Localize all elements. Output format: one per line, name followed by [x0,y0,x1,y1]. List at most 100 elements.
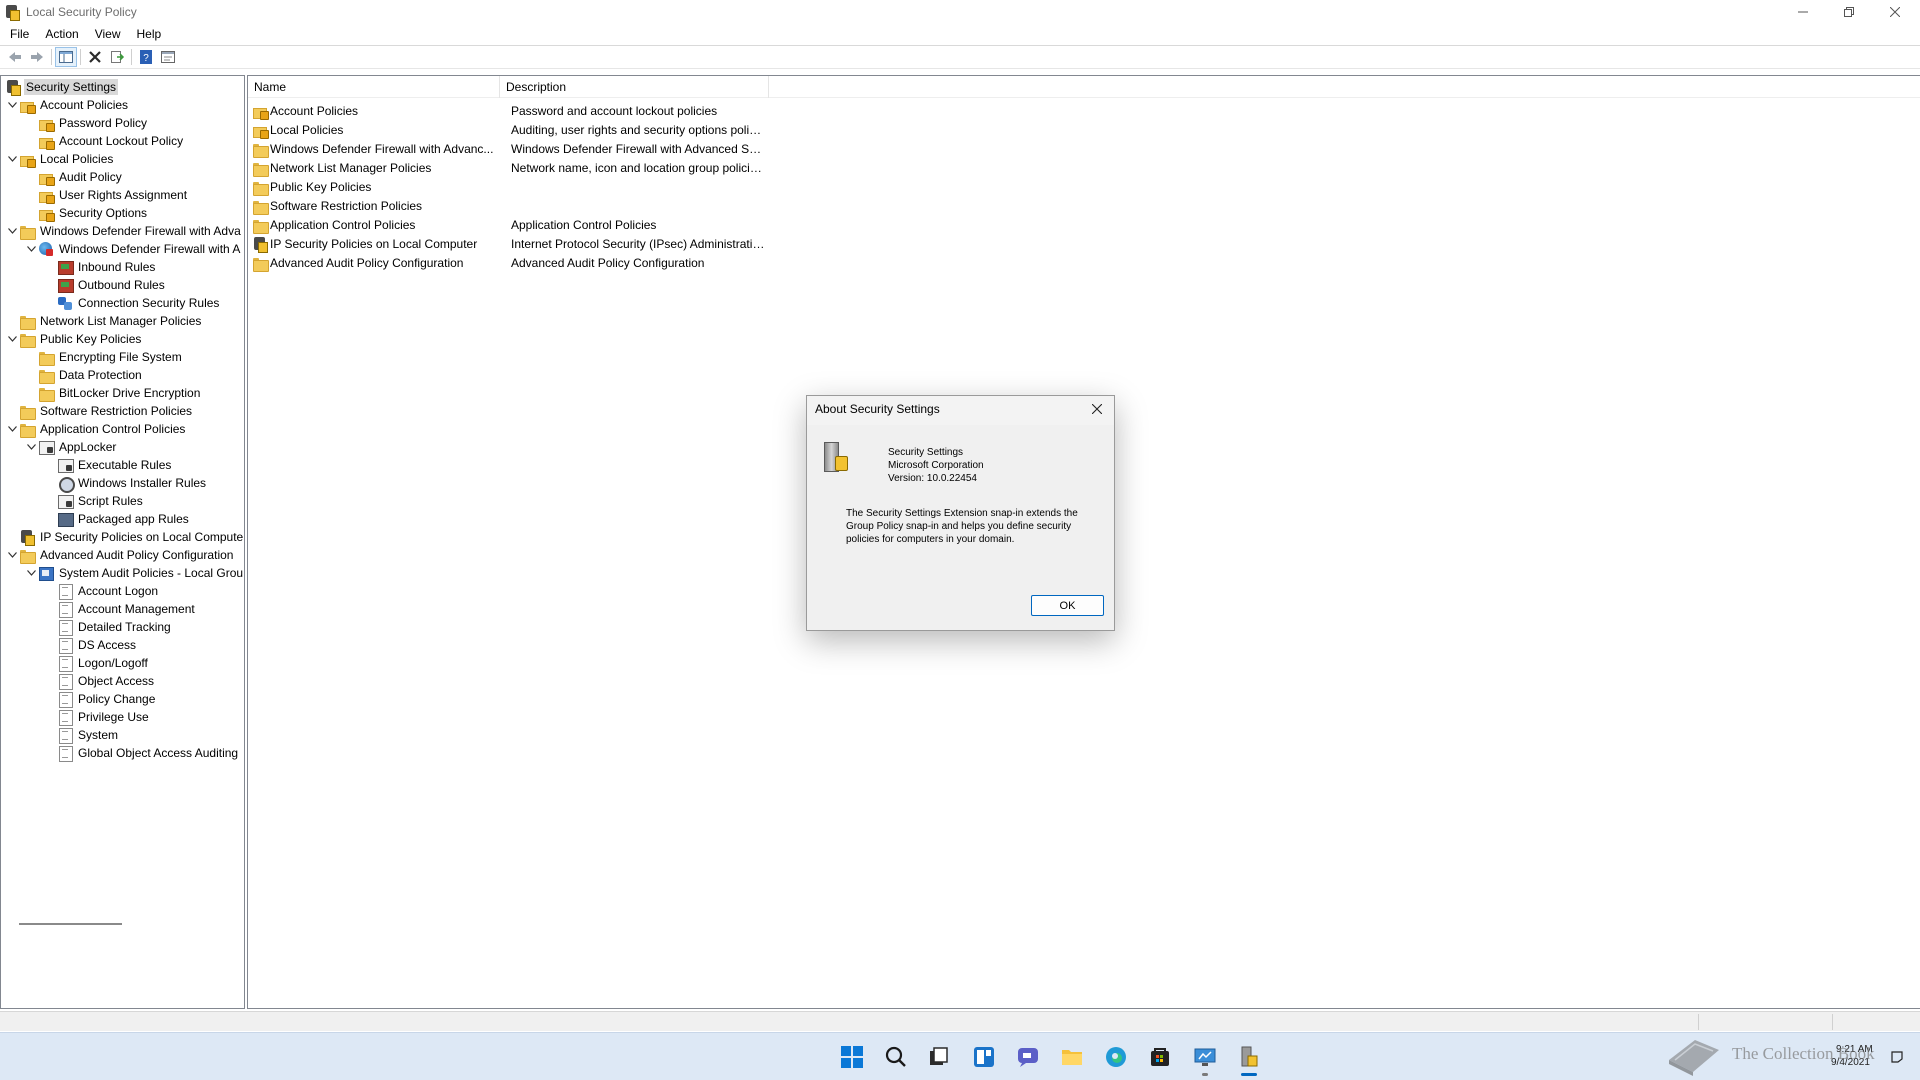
tree-item[interactable]: Windows Installer Rules [43,474,208,493]
task-view-button[interactable] [925,1043,953,1071]
tree-item[interactable]: Windows Defender Firewall with Adva [5,222,243,240]
widgets-button[interactable] [970,1043,998,1071]
tree-item[interactable]: Account Policies [5,96,130,114]
edge-button[interactable] [1102,1043,1130,1071]
chevron-down-icon[interactable] [24,564,38,582]
chevron-down-icon[interactable] [24,240,38,258]
tree-item[interactable]: Local Policies [5,150,115,168]
tree-horizontal-scrollbar[interactable] [19,923,122,925]
tree-item[interactable]: Executable Rules [43,456,173,474]
list-row[interactable]: Software Restriction Policies [252,196,765,215]
chevron-down-icon[interactable] [5,420,19,438]
tree-item[interactable]: AppLocker [24,438,118,456]
list-row[interactable]: Public Key Policies [252,177,765,196]
list-row[interactable]: Windows Defender Firewall with Advanc...… [252,139,765,158]
restore-button[interactable] [1826,0,1872,24]
tree-item[interactable]: User Rights Assignment [24,186,189,204]
column-header-name[interactable]: Name [248,76,500,98]
cell-description: Auditing, user rights and security optio… [511,122,765,137]
tree-item[interactable]: Connection Security Rules [43,294,221,312]
ok-button[interactable]: OK [1031,595,1104,616]
task-view-icon [930,1047,948,1065]
tree-item[interactable]: Global Object Access Auditing [43,744,240,762]
properties-button[interactable] [157,47,179,67]
tree-item[interactable]: Application Control Policies [5,420,187,438]
show-hide-tree-button[interactable] [55,47,77,67]
tree-item[interactable]: Account Lockout Policy [24,132,185,150]
close-button[interactable] [1872,0,1918,24]
search-button[interactable] [882,1043,910,1071]
tree-item[interactable]: Account Management [43,600,197,618]
local-security-policy-button[interactable] [1235,1043,1263,1076]
chevron-down-icon[interactable] [5,222,19,240]
start-button[interactable] [838,1043,866,1071]
tree-item[interactable]: Security Settings [5,78,119,96]
list-row[interactable]: IP Security Policies on Local Computer In… [252,234,765,253]
tree-item[interactable]: Software Restriction Policies [5,402,194,420]
lockfolder-icon [38,205,55,222]
chat-button[interactable] [1014,1043,1042,1071]
store-button[interactable] [1146,1043,1174,1071]
chevron-down-icon[interactable] [24,438,38,456]
chevron-down-icon[interactable] [5,330,19,348]
back-button[interactable] [4,47,26,67]
tree-item[interactable]: Logon/Logoff [43,654,150,672]
list-row[interactable]: Advanced Audit Policy Configuration Advan… [252,253,765,272]
forward-button[interactable] [26,47,48,67]
menu-action[interactable]: Action [37,24,86,44]
tree-item[interactable]: Data Protection [24,366,144,384]
tree-item[interactable]: Encrypting File System [24,348,184,366]
tree-item[interactable]: Public Key Policies [5,330,143,348]
tree-item[interactable]: Network List Manager Policies [5,312,203,330]
tree-item-label: Security Options [59,206,148,220]
menu-view[interactable]: View [87,24,129,44]
tree-item[interactable]: Detailed Tracking [43,618,173,636]
tree-item[interactable]: BitLocker Drive Encryption [24,384,202,402]
tree-item[interactable]: Inbound Rules [43,258,157,276]
menu-file[interactable]: File [0,24,37,44]
tree-item[interactable]: Account Logon [43,582,160,600]
export-list-button[interactable] [106,47,128,67]
chevron-down-icon[interactable] [5,96,19,114]
tree-item-label: Outbound Rules [78,278,165,292]
tree-pane[interactable]: Security Settings Account Policies Passwor… [0,75,245,1009]
tree-item[interactable]: Security Options [24,204,149,222]
chevron-down-icon[interactable] [5,546,19,564]
minimize-button[interactable] [1780,0,1826,24]
chevron-down-icon[interactable] [5,150,19,168]
tree-item[interactable]: Password Policy [24,114,149,132]
tree-item[interactable]: Script Rules [43,492,145,510]
tree-item[interactable]: Advanced Audit Policy Configuration [5,546,235,564]
notifications-button[interactable] [1883,1043,1911,1071]
list-row[interactable]: Local Policies Auditing, user rights and … [252,120,765,139]
delete-button[interactable] [84,47,106,67]
tree-item[interactable]: IP Security Policies on Local Compute [5,528,244,546]
help-button[interactable]: ? [135,47,157,67]
edge-icon [1106,1047,1126,1067]
tree-item[interactable]: Policy Change [43,690,157,708]
tree-item[interactable]: Object Access [43,672,156,690]
export-list-icon [111,51,125,63]
tree-item[interactable]: Audit Policy [24,168,124,186]
tree-item-label: Executable Rules [78,458,172,472]
tree-item[interactable]: Privilege Use [43,708,151,726]
tree-item[interactable]: Outbound Rules [43,276,167,294]
list-row[interactable]: Network List Manager Policies Network nam… [252,158,765,177]
column-header-description[interactable]: Description [500,76,769,98]
sheet-icon [57,601,73,618]
remote-desktop-button[interactable] [1191,1043,1219,1076]
tree-item[interactable]: DS Access [43,636,138,654]
menu-help[interactable]: Help [129,24,170,44]
tree-item[interactable]: Windows Defender Firewall with A [24,240,242,258]
dialog-close-button[interactable] [1086,400,1108,418]
file-explorer-button[interactable] [1058,1043,1086,1071]
tree-item[interactable]: Packaged app Rules [43,510,191,528]
list-row[interactable]: Account Policies Password and account loc… [252,101,765,120]
tree-item[interactable]: System [43,726,120,744]
list-row[interactable]: Application Control Policies Application … [252,215,765,234]
tree-item[interactable]: System Audit Policies - Local Grou [24,564,244,582]
